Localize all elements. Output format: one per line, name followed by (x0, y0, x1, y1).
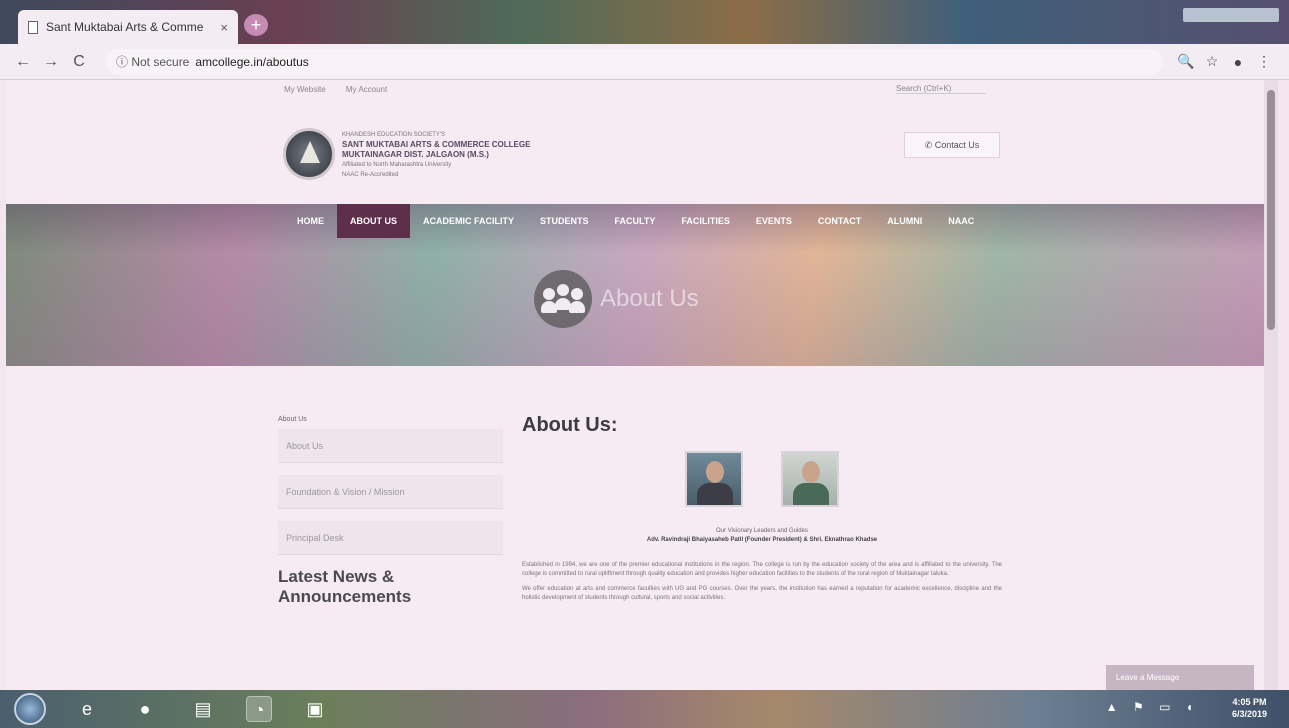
page-icon (28, 20, 38, 34)
nav-academic-facility[interactable]: ACADEMIC FACILITY (410, 204, 527, 238)
college-title-block: KHANDESH EDUCATION SOCIETY'S SANT MUKTAB… (342, 130, 530, 180)
caption-line-1: Our Visionary Leaders and Guides (716, 528, 808, 534)
browser-tab[interactable]: Sant Muktabai Arts & Comme × (18, 10, 238, 44)
about-paragraph-2: We offer education at arts and commerce … (522, 586, 1002, 601)
photo-caption: Our Visionary Leaders and Guides Adv. Ra… (522, 527, 1002, 545)
nav-events[interactable]: EVENTS (743, 204, 805, 238)
close-tab-icon[interactable]: × (220, 20, 228, 35)
latest-news-heading: Latest News & Announcements (278, 567, 412, 606)
about-paragraph-1: Established in 1994, we are one of the p… (522, 562, 1002, 577)
top-link-account[interactable]: My Account (346, 85, 387, 94)
nav-students[interactable]: STUDENTS (527, 204, 602, 238)
page-scrollbar[interactable] (1264, 80, 1278, 690)
internet-explorer-icon[interactable]: e (74, 696, 100, 722)
back-button[interactable]: ← (12, 53, 34, 71)
media-player-icon[interactable]: ● (132, 696, 158, 722)
nav-faculty[interactable]: FACULTY (602, 204, 669, 238)
leader-photo-1 (685, 451, 743, 507)
college-location: MUKTAINAGAR DIST. JALGAON (M.S.) (342, 150, 489, 159)
new-tab-button[interactable]: + (244, 14, 268, 36)
taskbar-clock[interactable]: 4:05 PM 6/3/2019 (1232, 696, 1267, 720)
page-banner: HOME ABOUT US ACADEMIC FACILITY STUDENTS… (6, 204, 1264, 366)
main-navigation: HOME ABOUT US ACADEMIC FACILITY STUDENTS… (284, 204, 987, 238)
site-header: KHANDESH EDUCATION SOCIETY'S SANT MUKTAB… (6, 98, 1264, 204)
nav-naac[interactable]: NAAC (935, 204, 987, 238)
browser-tabbar: Sant Muktabai Arts & Comme × + (0, 0, 1289, 44)
leaders-photos (522, 451, 1002, 507)
account-icon[interactable]: ● (1225, 54, 1251, 70)
url-input[interactable]: ⓘ Not secure amcollege.in/aboutus (106, 48, 1163, 75)
caption-line-2: Adv. Ravindraji Bhaiyasaheb Patil (Found… (646, 537, 878, 543)
main-content: About Us: Our Visionary Leaders and Guid… (522, 414, 1002, 609)
banner-title: About Us (600, 285, 699, 312)
phone-icon: ✆ (924, 140, 935, 150)
sidebar-item-principal-desk[interactable]: Principal Desk (278, 521, 503, 555)
tab-title: Sant Muktabai Arts & Comme (46, 20, 204, 34)
college-affiliation: Affiliated to North Maharashtra Universi… (342, 162, 452, 168)
forward-button[interactable]: → (40, 53, 62, 71)
sidebar: About Us About Us Foundation & Vision / … (278, 416, 503, 607)
nav-alumni[interactable]: ALUMNI (874, 204, 935, 238)
sidebar-heading: About Us (278, 416, 307, 423)
nav-facilities[interactable]: FACILITIES (668, 204, 743, 238)
leader-photo-2 (781, 451, 839, 507)
web-page: My Website My Account Search (Ctrl+K) KH… (6, 80, 1264, 690)
society-name: KHANDESH EDUCATION SOCIETY'S (342, 132, 446, 138)
url-text: amcollege.in/aboutus (195, 54, 309, 69)
chrome-taskbar-icon[interactable]: ◔ (246, 696, 272, 722)
sidebar-item-vision-mission[interactable]: Foundation & Vision / Mission (278, 475, 503, 509)
start-button[interactable] (14, 693, 46, 725)
security-indicator[interactable]: ⓘ Not secure (116, 53, 189, 70)
site-search-input[interactable]: Search (Ctrl+K) (896, 84, 986, 94)
browser-menu-icon[interactable]: ⋮ (1251, 53, 1277, 70)
windows-taskbar: e ● ▤ ◔ ▣ ▲ ⚑ ▭ ◖ 4:05 PM 6/3/2019 (0, 690, 1289, 728)
nav-contact[interactable]: CONTACT (805, 204, 874, 238)
app-taskbar-icon[interactable]: ▣ (302, 696, 328, 722)
contact-us-button[interactable]: ✆ Contact Us (904, 132, 1000, 158)
zoom-icon[interactable]: 🔍 (1173, 53, 1199, 70)
clock-time: 4:05 PM (1232, 697, 1267, 707)
system-tray-icons[interactable]: ▲ ⚑ ▭ ◖ (1106, 700, 1199, 714)
college-name: SANT MUKTABAI ARTS & COMMERCE COLLEGE (342, 140, 531, 149)
college-logo[interactable] (283, 128, 335, 180)
leave-message-chat-button[interactable]: Leave a Message (1106, 665, 1254, 690)
window-controls[interactable] (1183, 8, 1279, 22)
page-title: About Us: (522, 414, 618, 436)
address-bar: ← → C ⓘ Not secure amcollege.in/aboutus … (0, 44, 1289, 80)
top-link-website[interactable]: My Website (284, 85, 326, 94)
reload-button[interactable]: C (68, 53, 90, 71)
contact-us-label: Contact Us (934, 140, 980, 150)
banner-heading: About Us (534, 270, 699, 328)
nav-home[interactable]: HOME (284, 204, 337, 238)
clock-date: 6/3/2019 (1231, 709, 1267, 719)
people-group-icon (534, 270, 592, 328)
nav-about-us[interactable]: ABOUT US (337, 204, 410, 238)
college-accreditation: NAAC Re-Accredited (342, 172, 399, 178)
file-explorer-icon[interactable]: ▤ (190, 696, 216, 722)
scrollbar-thumb[interactable] (1267, 90, 1275, 330)
sidebar-item-about-us[interactable]: About Us (278, 429, 503, 463)
bookmark-star-icon[interactable]: ☆ (1199, 53, 1225, 70)
utility-bar: My Website My Account Search (Ctrl+K) (6, 80, 1264, 98)
